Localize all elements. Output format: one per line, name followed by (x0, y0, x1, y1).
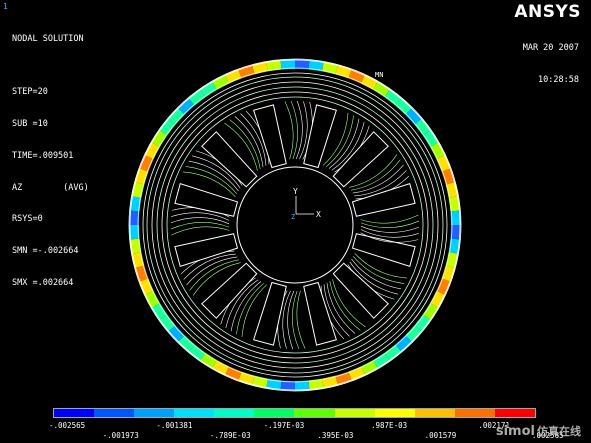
yoke-ring-segment (266, 378, 282, 391)
yoke-ring-segment (134, 265, 149, 282)
yoke-ring-segment (294, 59, 310, 70)
yoke-ring-segment (335, 371, 352, 386)
min-marker: MN (375, 71, 383, 79)
axis-z-label: Z (291, 213, 295, 221)
legend-tick-label: .395E-03 (317, 431, 354, 440)
yoke-ring-segment (252, 375, 268, 389)
watermark: simol 仿真在线 (496, 423, 581, 439)
watermark-suffix: 仿真在线 (537, 425, 581, 438)
slot (351, 183, 416, 217)
yoke-ring-segment (139, 154, 154, 172)
yoke-ring-segment (322, 375, 338, 389)
flux-curve (360, 225, 420, 233)
legend-tick-label: -.789E-03 (210, 431, 251, 440)
contour-legend (53, 408, 536, 418)
slot (253, 104, 287, 169)
yoke-ring-segment (441, 168, 456, 185)
yoke-ring-segment (129, 210, 140, 226)
slot (303, 104, 337, 169)
legend-color-band (454, 409, 495, 417)
flux-curve (360, 214, 419, 224)
yoke-ring-segment (224, 69, 242, 84)
yoke-ring-segment (448, 238, 461, 254)
legend-color-band (214, 409, 255, 417)
legend-color-band (374, 409, 415, 417)
yoke-ring-segment (445, 182, 459, 198)
yoke-ring-segment (308, 59, 324, 72)
yoke-ring-segment (139, 278, 154, 296)
graphics-viewport[interactable]: 1 NODAL SOLUTION STEP=20 SUB =10 TIME=.0… (0, 0, 591, 443)
yoke-ring-segment (322, 61, 338, 75)
axis-x-label: X (316, 210, 321, 219)
rotor-bore (236, 166, 354, 284)
legend-tick-label: -.001973 (102, 431, 139, 440)
legend-color-band (54, 409, 95, 417)
legend-color-band (494, 409, 535, 417)
yoke-ring-segment (131, 252, 145, 268)
legend-color-band (294, 409, 335, 417)
flux-curve (287, 290, 295, 350)
yoke-ring-segment (280, 59, 296, 70)
motor-flux-plot: Y X Z MN (128, 58, 462, 392)
yoke-ring-segment (436, 154, 451, 172)
flux-curve (296, 290, 306, 349)
flux-curve (295, 100, 303, 160)
legend-tick-label: -.002565 (49, 421, 86, 430)
yoke-ring-segment (129, 238, 142, 254)
legend-color-band (334, 409, 375, 417)
yoke-ring-segment (129, 224, 140, 240)
yoke-ring-segment (129, 196, 142, 212)
slot (174, 233, 239, 267)
legend-tick-label: .001579 (424, 431, 457, 440)
watermark-text: simol (495, 424, 535, 439)
slot (351, 233, 416, 267)
flux-curve (170, 217, 230, 225)
yoke-ring-segment (348, 69, 366, 84)
legend-tick-label: .987E-03 (371, 421, 408, 430)
flux-curve (171, 226, 230, 236)
slot (303, 281, 337, 346)
legend-color-band (134, 409, 175, 417)
legend-color-band (174, 409, 215, 417)
yoke-ring-segment (448, 196, 461, 212)
yoke-ring-segment (280, 380, 296, 391)
axis-y-label: Y (293, 187, 298, 196)
yoke-ring-segment (131, 182, 145, 198)
yoke-ring-segment (266, 59, 282, 72)
legend-color-band (414, 409, 455, 417)
yoke-ring-segment (294, 380, 310, 391)
slot (174, 183, 239, 217)
yoke-ring-segment (134, 168, 149, 185)
yoke-ring-segment (348, 366, 366, 381)
yoke-ring-segment (308, 378, 324, 391)
legend-tick-label: -.001381 (156, 421, 193, 430)
yoke-ring-segment (436, 278, 451, 296)
yoke-ring-segment (224, 366, 242, 381)
flux-curve (284, 101, 294, 160)
yoke-ring-segment (238, 64, 255, 79)
legend-color-band (94, 409, 135, 417)
yoke-ring-segment (450, 210, 461, 226)
yoke-ring-segment (252, 61, 268, 75)
yoke-ring-segment (238, 371, 255, 386)
slot (253, 281, 287, 346)
yoke-ring-segment (441, 265, 456, 282)
yoke-ring-segment (445, 252, 459, 268)
yoke-ring-segment (335, 64, 352, 79)
legend-color-band (254, 409, 295, 417)
legend-tick-label: -.197E-03 (263, 421, 305, 430)
yoke-ring-segment (450, 224, 461, 240)
